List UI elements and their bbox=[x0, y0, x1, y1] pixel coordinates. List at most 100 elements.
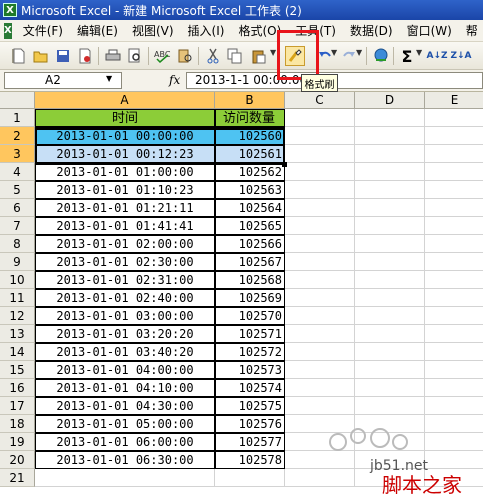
select-all-corner[interactable] bbox=[0, 92, 35, 109]
cell-visits[interactable]: 102563 bbox=[215, 181, 285, 199]
cell-visits[interactable]: 102566 bbox=[215, 235, 285, 253]
cell-visits[interactable]: 102577 bbox=[215, 433, 285, 451]
row-header[interactable]: 10 bbox=[0, 271, 35, 289]
row-header[interactable]: 13 bbox=[0, 325, 35, 343]
cell[interactable] bbox=[285, 163, 355, 181]
menu-window[interactable]: 窗口(W) bbox=[400, 22, 459, 39]
cell-time[interactable]: 2013-01-01 06:00:00 bbox=[35, 433, 215, 451]
menu-format[interactable]: 格式(O) bbox=[231, 22, 288, 39]
column-header-visits[interactable]: 访问数量 bbox=[215, 109, 285, 127]
cell-time[interactable]: 2013-01-01 02:40:00 bbox=[35, 289, 215, 307]
cell-visits[interactable]: 102573 bbox=[215, 361, 285, 379]
research-icon[interactable] bbox=[176, 47, 194, 65]
cell[interactable] bbox=[425, 451, 483, 469]
redo-dropdown-icon[interactable]: ▼ bbox=[356, 48, 362, 57]
cell[interactable] bbox=[355, 145, 425, 163]
cell[interactable] bbox=[355, 199, 425, 217]
paste-icon[interactable] bbox=[250, 47, 268, 65]
cell[interactable] bbox=[355, 127, 425, 145]
cell[interactable] bbox=[285, 271, 355, 289]
cell[interactable] bbox=[285, 451, 355, 469]
sort-descending-icon[interactable]: Z↓A bbox=[450, 47, 471, 65]
cell-time[interactable]: 2013-01-01 03:40:20 bbox=[35, 343, 215, 361]
row-header[interactable]: 2 bbox=[0, 127, 35, 145]
cell[interactable] bbox=[425, 469, 483, 487]
cell[interactable] bbox=[425, 325, 483, 343]
cell-visits[interactable]: 102567 bbox=[215, 253, 285, 271]
row-header[interactable]: 4 bbox=[0, 163, 35, 181]
cell-visits[interactable]: 102561 bbox=[215, 145, 285, 163]
cell-visits[interactable]: 102572 bbox=[215, 343, 285, 361]
cell[interactable] bbox=[425, 217, 483, 235]
column-header-a[interactable]: A bbox=[35, 92, 215, 109]
cell[interactable] bbox=[285, 235, 355, 253]
cell[interactable] bbox=[285, 199, 355, 217]
cell[interactable] bbox=[355, 271, 425, 289]
cell-time[interactable]: 2013-01-01 01:41:41 bbox=[35, 217, 215, 235]
cell[interactable] bbox=[355, 415, 425, 433]
autosum-dropdown-icon[interactable]: ▼ bbox=[416, 48, 422, 57]
cell-time[interactable]: 2013-01-01 01:10:23 bbox=[35, 181, 215, 199]
row-header[interactable]: 11 bbox=[0, 289, 35, 307]
row-header[interactable]: 3 bbox=[0, 145, 35, 163]
cell-time[interactable]: 2013-01-01 02:30:00 bbox=[35, 253, 215, 271]
cell[interactable] bbox=[425, 343, 483, 361]
format-painter-icon[interactable] bbox=[285, 46, 305, 66]
row-header[interactable]: 21 bbox=[0, 469, 35, 487]
cell[interactable] bbox=[355, 397, 425, 415]
cell-time[interactable]: 2013-01-01 04:00:00 bbox=[35, 361, 215, 379]
cell-visits[interactable]: 102571 bbox=[215, 325, 285, 343]
cell[interactable] bbox=[425, 415, 483, 433]
cell-visits[interactable]: 102569 bbox=[215, 289, 285, 307]
menu-insert[interactable]: 插入(I) bbox=[181, 22, 232, 39]
cell[interactable] bbox=[285, 469, 355, 487]
cell[interactable] bbox=[285, 145, 355, 163]
cell[interactable] bbox=[285, 217, 355, 235]
cell[interactable] bbox=[425, 433, 483, 451]
cell[interactable] bbox=[285, 127, 355, 145]
cell-time[interactable]: 2013-01-01 02:31:00 bbox=[35, 271, 215, 289]
undo-dropdown-icon[interactable]: ▼ bbox=[331, 48, 337, 57]
row-header[interactable]: 6 bbox=[0, 199, 35, 217]
cell[interactable] bbox=[285, 361, 355, 379]
menu-tools[interactable]: 工具(T) bbox=[288, 22, 343, 39]
cell[interactable] bbox=[425, 379, 483, 397]
cell-visits[interactable]: 102576 bbox=[215, 415, 285, 433]
cell[interactable] bbox=[285, 397, 355, 415]
cell[interactable] bbox=[355, 451, 425, 469]
cell[interactable] bbox=[425, 253, 483, 271]
column-header-b[interactable]: B bbox=[215, 92, 285, 109]
row-header[interactable]: 1 bbox=[0, 109, 35, 127]
save-icon[interactable] bbox=[54, 47, 72, 65]
menu-data[interactable]: 数据(D) bbox=[343, 22, 400, 39]
cell[interactable] bbox=[355, 217, 425, 235]
cell-time[interactable]: 2013-01-01 00:00:00 bbox=[35, 127, 215, 145]
column-header-e[interactable]: E bbox=[425, 92, 483, 109]
cell[interactable] bbox=[355, 109, 425, 127]
cell-time[interactable]: 2013-01-01 00:12:23 bbox=[35, 145, 215, 163]
cell[interactable] bbox=[285, 325, 355, 343]
cell-time[interactable]: 2013-01-01 04:30:00 bbox=[35, 397, 215, 415]
cell[interactable] bbox=[355, 253, 425, 271]
row-header[interactable]: 14 bbox=[0, 343, 35, 361]
cell-time[interactable]: 2013-01-01 03:20:20 bbox=[35, 325, 215, 343]
workbook-icon[interactable]: X bbox=[4, 22, 12, 39]
cell[interactable] bbox=[425, 271, 483, 289]
cell[interactable] bbox=[285, 253, 355, 271]
row-header[interactable]: 20 bbox=[0, 451, 35, 469]
cell[interactable] bbox=[355, 343, 425, 361]
column-header-time[interactable]: 时间 bbox=[35, 109, 215, 127]
cell[interactable] bbox=[355, 469, 425, 487]
cell-time[interactable] bbox=[35, 469, 215, 487]
permission-icon[interactable] bbox=[76, 47, 94, 65]
cell-time[interactable]: 2013-01-01 01:00:00 bbox=[35, 163, 215, 181]
copy-icon[interactable] bbox=[226, 47, 244, 65]
cell-visits[interactable]: 102578 bbox=[215, 451, 285, 469]
row-header[interactable]: 12 bbox=[0, 307, 35, 325]
cell[interactable] bbox=[425, 289, 483, 307]
row-header[interactable]: 17 bbox=[0, 397, 35, 415]
paste-dropdown-icon[interactable]: ▼ bbox=[270, 48, 276, 57]
column-header-d[interactable]: D bbox=[355, 92, 425, 109]
cell-time[interactable]: 2013-01-01 04:10:00 bbox=[35, 379, 215, 397]
cell-time[interactable]: 2013-01-01 05:00:00 bbox=[35, 415, 215, 433]
